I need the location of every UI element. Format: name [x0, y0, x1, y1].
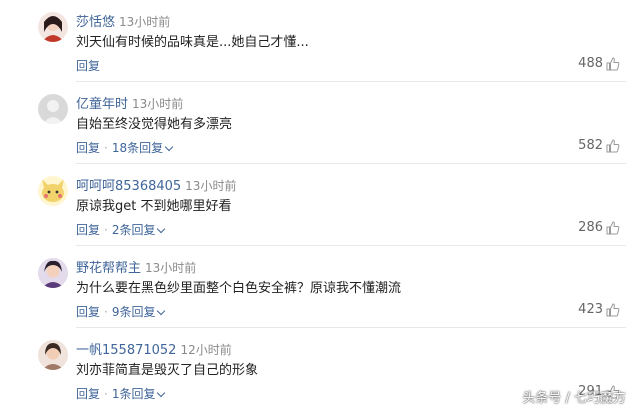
separator: · [104, 223, 108, 237]
timestamp: 13小时前 [132, 97, 184, 111]
separator: · [104, 387, 108, 401]
comment-item: 亿童年时 13小时前 自始至终没觉得她有多漂亮 回复 · 18条回复 582 [0, 82, 640, 164]
avatar[interactable] [38, 176, 68, 206]
avatar[interactable] [38, 12, 68, 42]
expand-replies-button[interactable]: 9条回复 [111, 305, 166, 319]
reply-button[interactable]: 回复 [76, 141, 100, 155]
comment-text: 为什么要在黑色纱里面整个白色安全裤？原谅我不懂潮流 [76, 281, 402, 296]
chevron-down-icon [157, 224, 166, 234]
comment-text: 刘亦菲简直是毁灭了自己的形象 [76, 363, 259, 378]
expand-replies-button[interactable]: 1条回复 [111, 387, 166, 401]
separator: · [104, 305, 108, 319]
separator: · [104, 141, 108, 155]
like-button[interactable]: 286 [578, 220, 620, 235]
timestamp: 12小时前 [180, 343, 232, 357]
replies-label: 9条回复 [111, 305, 156, 319]
username[interactable]: 莎恬悠 [76, 15, 115, 30]
like-button[interactable]: 582 [578, 138, 620, 153]
comment-list: 莎恬悠 13小时前 刘天仙有时候的品味真是...她自己才懂... 回复 488 亿… [0, 0, 640, 412]
timestamp: 13小时前 [185, 179, 237, 193]
expand-replies-button[interactable]: 2条回复 [111, 223, 166, 237]
thumbs-up-icon [606, 302, 620, 317]
comment-text: 自始至终没觉得她有多漂亮 [76, 117, 233, 132]
comment-item: 呵呵呵85368405 13小时前 原谅我get 不到她哪里好看 回复 · 2条回复 … [0, 164, 640, 246]
comment-item: 莎恬悠 13小时前 刘天仙有时候的品味真是...她自己才懂... 回复 488 [0, 0, 640, 82]
watermark: 头条号 / 七巧魔方 [522, 391, 626, 406]
chevron-down-icon [164, 142, 174, 152]
expand-replies-button[interactable]: 18条回复 [111, 141, 174, 155]
comment-item: 野花帮帮主 13小时前 为什么要在黑色纱里面整个白色安全裤？原谅我不懂潮流 回复 ·… [0, 246, 640, 328]
like-count: 286 [578, 220, 603, 235]
avatar[interactable] [38, 340, 68, 370]
like-button[interactable]: 423 [578, 302, 620, 317]
replies-label: 2条回复 [111, 223, 156, 237]
thumbs-up-icon [606, 220, 620, 235]
chevron-down-icon [157, 306, 166, 316]
username[interactable]: 一帆155871052 [76, 343, 176, 358]
timestamp: 13小时前 [145, 261, 197, 275]
timestamp: 13小时前 [119, 15, 171, 29]
username[interactable]: 呵呵呵85368405 [76, 179, 181, 194]
like-count: 488 [578, 56, 603, 71]
username[interactable]: 亿童年时 [76, 97, 128, 112]
avatar[interactable] [38, 258, 68, 288]
reply-button[interactable]: 回复 [76, 305, 100, 319]
like-count: 582 [578, 138, 603, 153]
replies-label: 18条回复 [111, 141, 164, 155]
reply-button[interactable]: 回复 [76, 59, 100, 73]
comment-text: 刘天仙有时候的品味真是...她自己才懂... [76, 35, 309, 50]
thumbs-up-icon [606, 138, 620, 153]
chevron-down-icon [157, 388, 166, 398]
username[interactable]: 野花帮帮主 [76, 261, 141, 276]
thumbs-up-icon [606, 56, 620, 71]
avatar[interactable] [38, 94, 68, 124]
like-button[interactable]: 488 [578, 56, 620, 71]
comment-text: 原谅我get 不到她哪里好看 [76, 199, 232, 214]
like-count: 423 [578, 302, 603, 317]
reply-button[interactable]: 回复 [76, 223, 100, 237]
replies-label: 1条回复 [111, 387, 156, 401]
reply-button[interactable]: 回复 [76, 387, 100, 401]
